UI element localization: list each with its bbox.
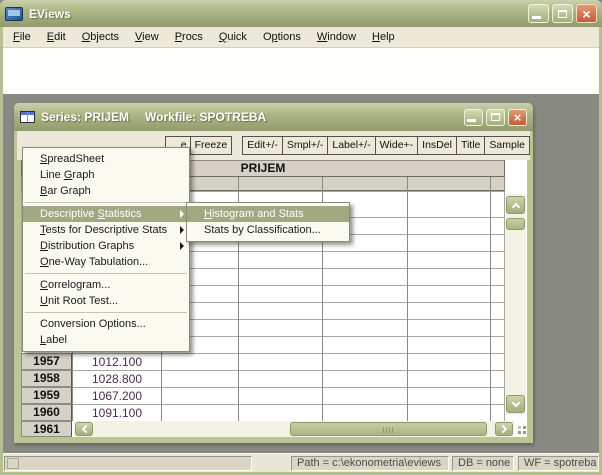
maximize-icon <box>558 10 567 18</box>
scroll-up-button[interactable] <box>506 196 525 214</box>
minimize-icon <box>532 16 541 19</box>
row-header-cell[interactable]: 1957 <box>21 353 72 370</box>
main-window-title: EViews <box>29 7 525 21</box>
eviews-app-icon <box>5 7 23 21</box>
menu-edit[interactable]: Edit <box>39 29 74 45</box>
menu-separator <box>23 199 189 206</box>
value-cell[interactable]: 1091.100 <box>74 406 160 420</box>
menu-item-histogram-and-stats[interactable]: Histogram and Stats <box>187 206 349 222</box>
insdel-button[interactable]: InsDel <box>417 136 457 155</box>
value-cell[interactable]: 1028.800 <box>74 372 160 386</box>
menu-file[interactable]: File <box>5 29 39 45</box>
horizontal-scroll-thumb[interactable] <box>290 422 487 436</box>
minimize-icon <box>467 119 476 122</box>
child-close-button[interactable]: × <box>508 109 527 126</box>
statusbar-path: Path = c:\ekonometria\eviews <box>291 456 449 471</box>
series-window-title: Series: PRIJEM <box>41 110 129 124</box>
child-maximize-button[interactable] <box>486 109 505 126</box>
submenu-arrow-icon <box>180 210 184 218</box>
menu-item-descriptive-statistics[interactable]: Descriptive Statistics <box>23 206 189 222</box>
vertical-scroll-thumb[interactable] <box>506 218 525 230</box>
close-icon: × <box>514 111 522 124</box>
menu-item-one-way-tabulation[interactable]: One-Way Tabulation... <box>23 254 189 270</box>
series-window-titlebar[interactable]: Series: PRIJEM Workfile: SPOTREBA × <box>14 103 533 131</box>
menu-item-spreadsheet[interactable]: SpreadSheet <box>23 151 189 167</box>
close-icon: × <box>582 7 590 21</box>
submenu-arrow-icon <box>180 242 184 250</box>
table-row: 1957 1012.100 <box>21 353 505 370</box>
menu-window[interactable]: Window <box>309 29 364 45</box>
scroll-left-button[interactable] <box>75 422 93 436</box>
main-menubar: File Edit Objects View Procs Quick Optio… <box>3 27 599 48</box>
statusbar-db: DB = none <box>452 456 514 471</box>
smpl-button[interactable]: Smpl+/- <box>282 136 328 155</box>
label-button[interactable]: Label+/- <box>327 136 375 155</box>
chevron-up-icon <box>511 202 519 210</box>
menu-item-tests-descriptive-stats[interactable]: Tests for Descriptive Stats <box>23 222 189 238</box>
minimize-button[interactable] <box>528 4 549 23</box>
sample-button[interactable]: Sample <box>484 136 530 155</box>
row-header-cell[interactable]: 1960 <box>21 404 72 421</box>
menu-help[interactable]: Help <box>364 29 403 45</box>
chevron-right-icon <box>498 425 506 433</box>
table-row: 1960 1091.100 <box>21 404 505 421</box>
menu-view[interactable]: View <box>127 29 167 45</box>
window-border-left <box>0 27 3 472</box>
submenu-arrow-icon <box>180 226 184 234</box>
menu-item-unit-root-test[interactable]: Unit Root Test... <box>23 293 189 309</box>
statusbar: Path = c:\ekonometria\eviews DB = none W… <box>3 453 599 472</box>
horizontal-scrollbar[interactable] <box>74 421 514 437</box>
row-header-cell[interactable]: 1961 <box>21 421 72 437</box>
statusbar-wf: WF = spotreba <box>518 456 599 471</box>
row-header-cell[interactable]: 1959 <box>21 387 72 404</box>
menu-options[interactable]: Options <box>255 29 309 45</box>
vertical-scrollbar[interactable] <box>505 194 526 415</box>
series-icon <box>20 111 35 123</box>
menu-item-stats-by-classification[interactable]: Stats by Classification... <box>187 222 349 238</box>
edit-button[interactable]: Edit+/- <box>242 136 283 155</box>
menu-separator <box>23 270 189 277</box>
menu-quick[interactable]: Quick <box>211 29 255 45</box>
scroll-down-button[interactable] <box>506 395 525 413</box>
table-row: 1959 1067.200 <box>21 387 505 404</box>
workfile-title: Workfile: SPOTREBA <box>145 110 266 124</box>
child-minimize-button[interactable] <box>464 109 483 126</box>
wide-button[interactable]: Wide+- <box>375 136 419 155</box>
close-button[interactable]: × <box>576 4 597 23</box>
menu-objects[interactable]: Objects <box>74 29 127 45</box>
statusbar-command-panel[interactable] <box>4 456 252 471</box>
menu-item-label[interactable]: Label <box>23 332 189 348</box>
chevron-down-icon <box>511 398 519 406</box>
menu-item-line-graph[interactable]: Line Graph <box>23 167 189 183</box>
row-header-cell[interactable]: 1958 <box>21 370 72 387</box>
scroll-right-button[interactable] <box>495 422 513 436</box>
value-cell[interactable]: 1012.100 <box>74 355 160 369</box>
descriptive-statistics-submenu: Histogram and Stats Stats by Classificat… <box>186 202 350 242</box>
maximize-button[interactable] <box>552 4 573 23</box>
menu-item-bar-graph[interactable]: Bar Graph <box>23 183 189 199</box>
menu-item-correlogram[interactable]: Correlogram... <box>23 277 189 293</box>
view-context-menu: SpreadSheet Line Graph Bar Graph Descrip… <box>22 147 190 352</box>
chevron-left-icon <box>81 425 89 433</box>
menu-item-distribution-graphs[interactable]: Distribution Graphs <box>23 238 189 254</box>
table-row: 1958 1028.800 <box>21 370 505 387</box>
value-cell[interactable]: 1067.200 <box>74 389 160 403</box>
menu-procs[interactable]: Procs <box>167 29 211 45</box>
main-titlebar[interactable]: EViews × <box>0 0 602 27</box>
statusbar-box <box>7 458 19 469</box>
menu-item-conversion-options[interactable]: Conversion Options... <box>23 316 189 332</box>
freeze-button[interactable]: Freeze <box>190 136 233 155</box>
resize-grip[interactable] <box>516 424 526 434</box>
command-window[interactable] <box>3 48 599 95</box>
maximize-icon <box>491 113 500 121</box>
eviews-main-window: { "app": { "title": "EViews" }, "menubar… <box>0 0 602 475</box>
menu-separator <box>23 309 189 316</box>
title-button[interactable]: Title <box>456 136 485 155</box>
